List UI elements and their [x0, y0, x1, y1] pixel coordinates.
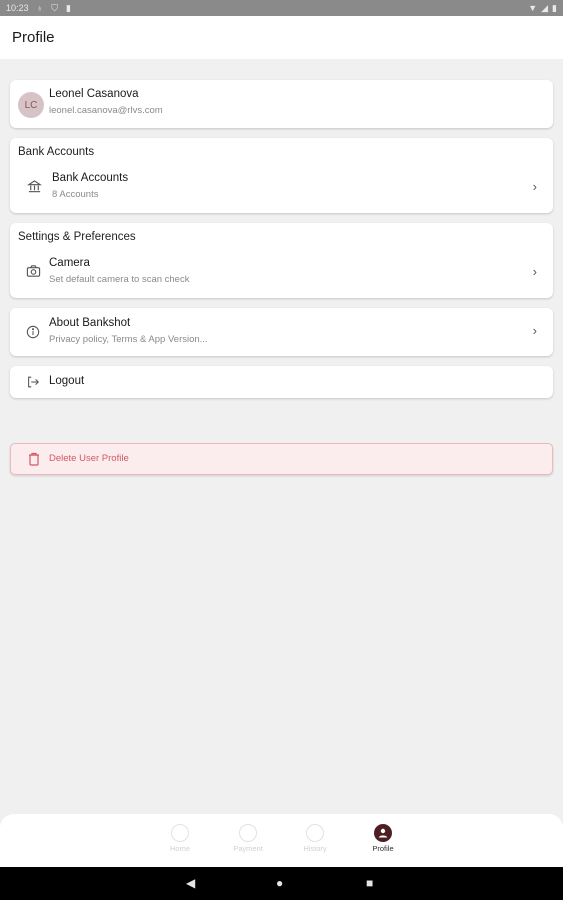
trash-icon: [27, 451, 41, 467]
shield-icon: ⛉: [51, 2, 59, 13]
about-title: About Bankshot: [49, 317, 131, 329]
bottom-nav: Home Payment History Profile: [0, 814, 563, 867]
bank-accounts-item[interactable]: Bank Accounts 8 Accounts ›: [10, 168, 553, 208]
bank-accounts-count: 8 Accounts: [52, 189, 99, 200]
profile-icon: [374, 824, 392, 842]
profile-card[interactable]: LC Leonel Casanova leonel.casanova@rlvs.…: [10, 80, 553, 128]
profile-name: Leonel Casanova: [49, 88, 139, 100]
logout-button[interactable]: Logout: [10, 366, 553, 398]
camera-title: Camera: [49, 257, 90, 269]
camera-subtitle: Set default camera to scan check: [49, 274, 190, 285]
nav-label-home: Home: [169, 844, 190, 853]
signal-icon: ◢: [541, 2, 549, 13]
section-title-settings: Settings & Preferences: [18, 231, 136, 243]
about-card[interactable]: About Bankshot Privacy policy, Terms & A…: [10, 308, 553, 356]
status-time: 10:23: [6, 3, 29, 13]
recents-icon[interactable]: ■: [366, 876, 373, 890]
nav-label-profile: Profile: [372, 844, 394, 853]
nav-item-home[interactable]: Home: [155, 824, 205, 853]
info-icon: [25, 324, 41, 340]
app-bar: Profile: [0, 16, 563, 59]
logout-icon: [25, 374, 41, 390]
payment-icon: [239, 824, 257, 842]
bank-accounts-title: Bank Accounts: [52, 172, 129, 184]
delete-profile-button[interactable]: Delete User Profile: [10, 443, 553, 475]
chevron-right-icon: ›: [532, 179, 537, 194]
logout-label: Logout: [49, 375, 85, 387]
about-subtitle: Privacy policy, Terms & App Version...: [49, 334, 208, 345]
camera-icon: [25, 263, 41, 279]
battery-icon: ▮: [552, 2, 557, 13]
bank-icon: [26, 178, 42, 194]
nav-item-profile[interactable]: Profile: [358, 824, 408, 853]
wifi-icon: ▼: [528, 3, 538, 13]
sd-card-icon: ▮: [66, 2, 71, 13]
back-icon[interactable]: ◀: [186, 876, 195, 890]
home-icon: [171, 824, 189, 842]
status-bar: 10:23 ♁ ⛉ ▮ ▼ ◢ ▮: [0, 0, 563, 16]
avatar: LC: [18, 92, 44, 118]
nav-label-payment: Payment: [233, 844, 263, 853]
settings-card: Settings & Preferences Camera Set defaul…: [10, 223, 553, 298]
nav-item-payment[interactable]: Payment: [223, 824, 273, 853]
chevron-right-icon: ›: [532, 264, 537, 279]
notification-icon: ♁: [36, 3, 44, 13]
nav-item-history[interactable]: History: [290, 824, 340, 853]
profile-email: leonel.casanova@rlvs.com: [49, 105, 163, 116]
bank-accounts-card: Bank Accounts Bank Accounts 8 Accounts ›: [10, 138, 553, 213]
camera-setting-item[interactable]: Camera Set default camera to scan check …: [10, 253, 553, 293]
history-icon: [306, 824, 324, 842]
nav-label-history: History: [303, 844, 327, 853]
section-title-bank: Bank Accounts: [18, 146, 95, 158]
home-circle-icon[interactable]: ●: [276, 876, 283, 890]
system-nav-bar: ◀ ● ■: [0, 867, 563, 900]
delete-profile-label: Delete User Profile: [49, 453, 129, 464]
page-title: Profile: [12, 29, 55, 46]
chevron-right-icon: ›: [532, 323, 537, 338]
